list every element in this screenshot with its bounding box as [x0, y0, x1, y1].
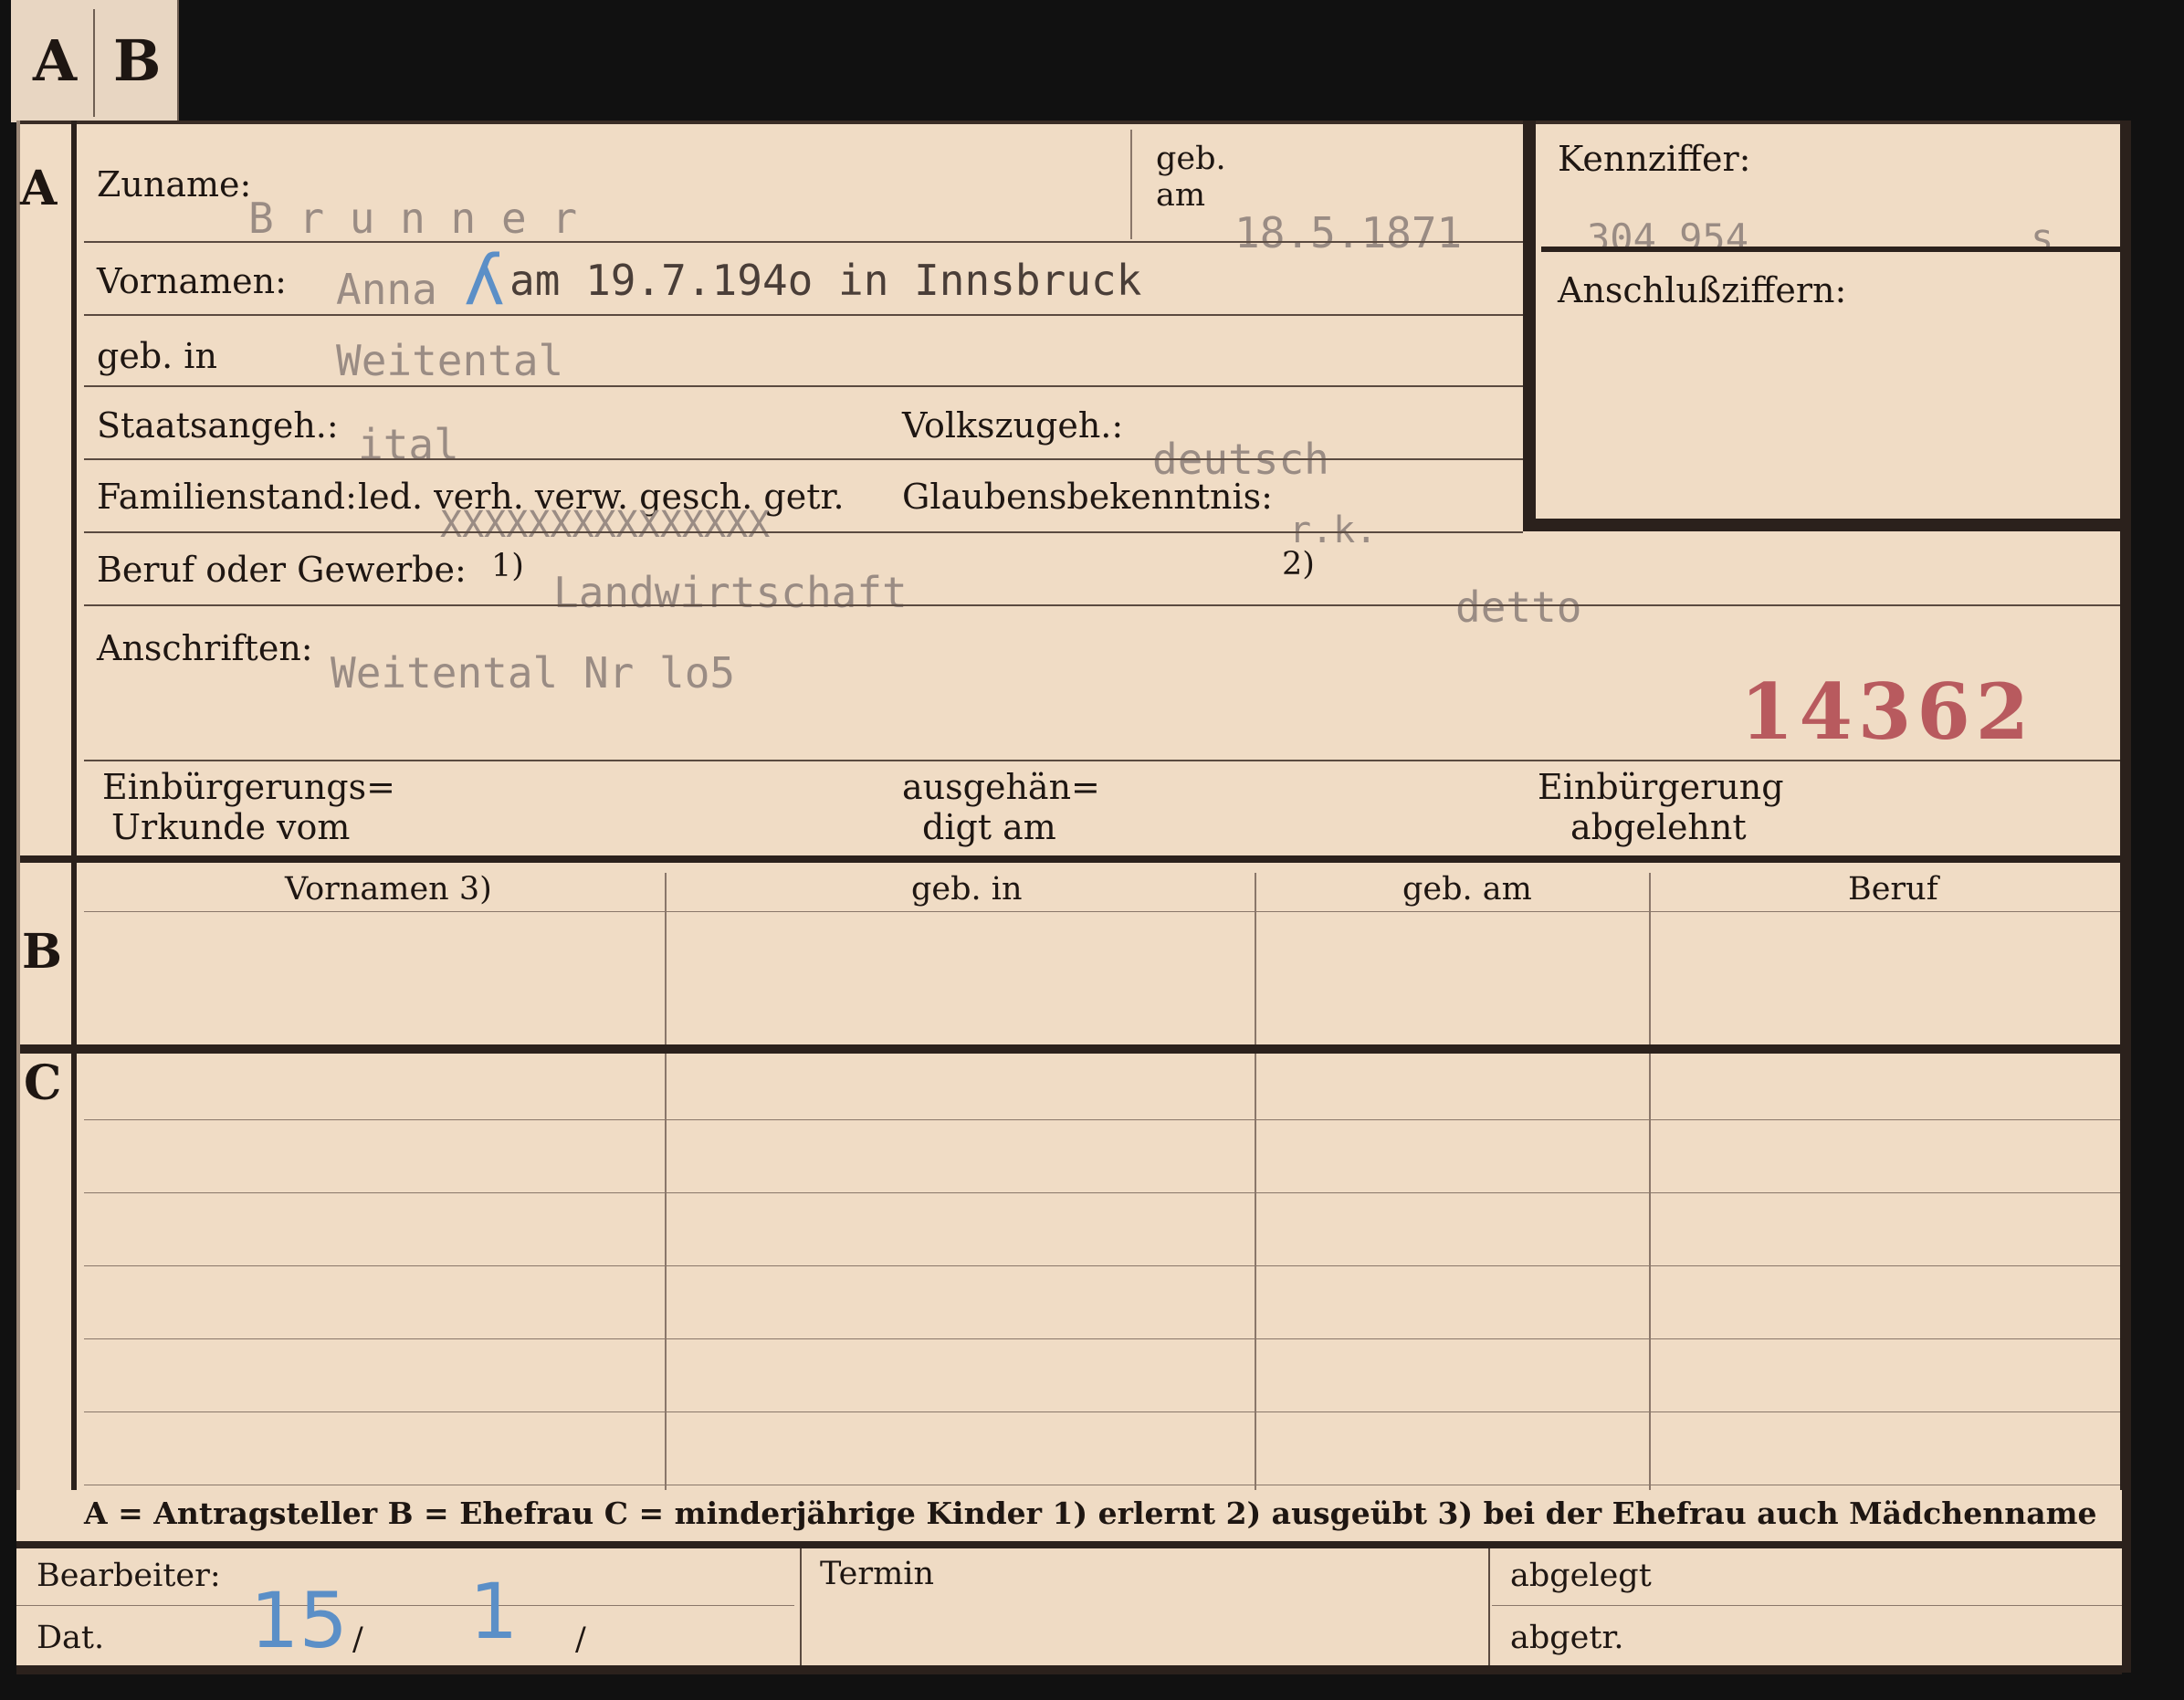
identifier-suffix: s: [2031, 215, 2054, 260]
citizenship-label: Staatsangeh.:: [97, 405, 339, 446]
tab-letter-b: B: [113, 27, 162, 94]
registration-card: A B C Zuname: B r u n n e r geb. am 18.5…: [16, 121, 2131, 1673]
birth-date-label: geb.: [1156, 141, 1226, 177]
legend-text: A = Antragsteller B = Ehefrau C = minder…: [84, 1495, 2097, 1531]
footer-area: Bearbeiter: Dat. 15 / 1 / Termin abgeleg…: [16, 1548, 2122, 1665]
address-value: Weitental Nr lo5: [331, 648, 736, 698]
delivered-on-label-2: digt am: [922, 807, 1056, 847]
first-names-label: Vornamen:: [97, 261, 287, 301]
first-names-note: am 19.7.194o in Innsbruck: [509, 256, 1142, 305]
delivered-on-label-1: ausgehän=: [902, 767, 1100, 807]
naturalization-certificate-label-1: Einbürgerungs=: [102, 767, 395, 807]
surname-value: B r u n n e r: [248, 194, 578, 243]
filed-label: abgelegt: [1510, 1558, 1652, 1594]
identifier-label: Kennziffer:: [1558, 139, 1751, 179]
identifier-value: 304 954: [1587, 215, 1749, 260]
table-header-birthplace: geb. in: [911, 871, 1023, 908]
birth-date-value: 18.5.1871: [1234, 208, 1463, 257]
tab-letter-a: A: [33, 27, 78, 94]
occupation-label: Beruf oder Gewerbe:: [97, 550, 467, 590]
card-tab: A B: [11, 0, 179, 122]
section-marker-b: B: [22, 924, 62, 980]
citizenship-value: ital: [358, 420, 459, 469]
table-header-birth-date: geb. am: [1402, 871, 1532, 908]
address-label: Anschriften:: [97, 628, 313, 668]
birthplace-label: geb. in: [97, 336, 217, 376]
table-header-first-names: Vornamen 3): [285, 871, 492, 908]
legend-strip: A = Antragsteller B = Ehefrau C = minder…: [16, 1490, 2122, 1545]
pen-cross-mark: ʎ: [464, 239, 505, 320]
date-day-value: 15: [250, 1576, 348, 1665]
linked-identifiers-label: Anschlußziffern:: [1558, 270, 1847, 310]
first-names-value: Anna: [336, 265, 437, 314]
naturalization-refused-label-2: abgelehnt: [1570, 807, 1747, 847]
date-month-value: 1: [469, 1567, 519, 1656]
date-label: Dat.: [37, 1620, 105, 1656]
file-number-stamp: 14362: [1740, 666, 2035, 757]
birthplace-value: Weitental: [336, 336, 564, 385]
naturalization-refused-label-1: Einbürgerung: [1538, 767, 1784, 807]
appointment-label: Termin: [820, 1556, 934, 1592]
occupation-learned-value: Landwirtschaft: [553, 568, 908, 617]
date-separator-2: /: [575, 1621, 586, 1658]
section-marker-c: C: [24, 1055, 62, 1111]
surname-label: Zuname:: [97, 164, 252, 205]
marital-status-mark: XXXXXXXXXXXXXXX: [440, 504, 771, 546]
occupation-note-2: 2): [1282, 546, 1315, 582]
section-marker-a: A: [20, 161, 58, 216]
occupation-note-1: 1): [491, 548, 524, 584]
table-header-occupation: Beruf: [1848, 871, 1938, 908]
marital-status-label: Familienstand:: [97, 477, 357, 517]
naturalization-certificate-label-2: Urkunde vom: [111, 807, 351, 847]
date-separator-1: /: [352, 1621, 363, 1658]
religion-label: Glaubensbekenntnis:: [902, 477, 1273, 517]
ethnicity-label: Volkszugeh.:: [902, 405, 1124, 446]
clerk-label: Bearbeiter:: [37, 1558, 221, 1594]
occupation-practiced-value: detto: [1455, 582, 1582, 632]
removed-label: abgetr.: [1510, 1620, 1624, 1656]
birth-date-label-am: am: [1156, 177, 1206, 214]
